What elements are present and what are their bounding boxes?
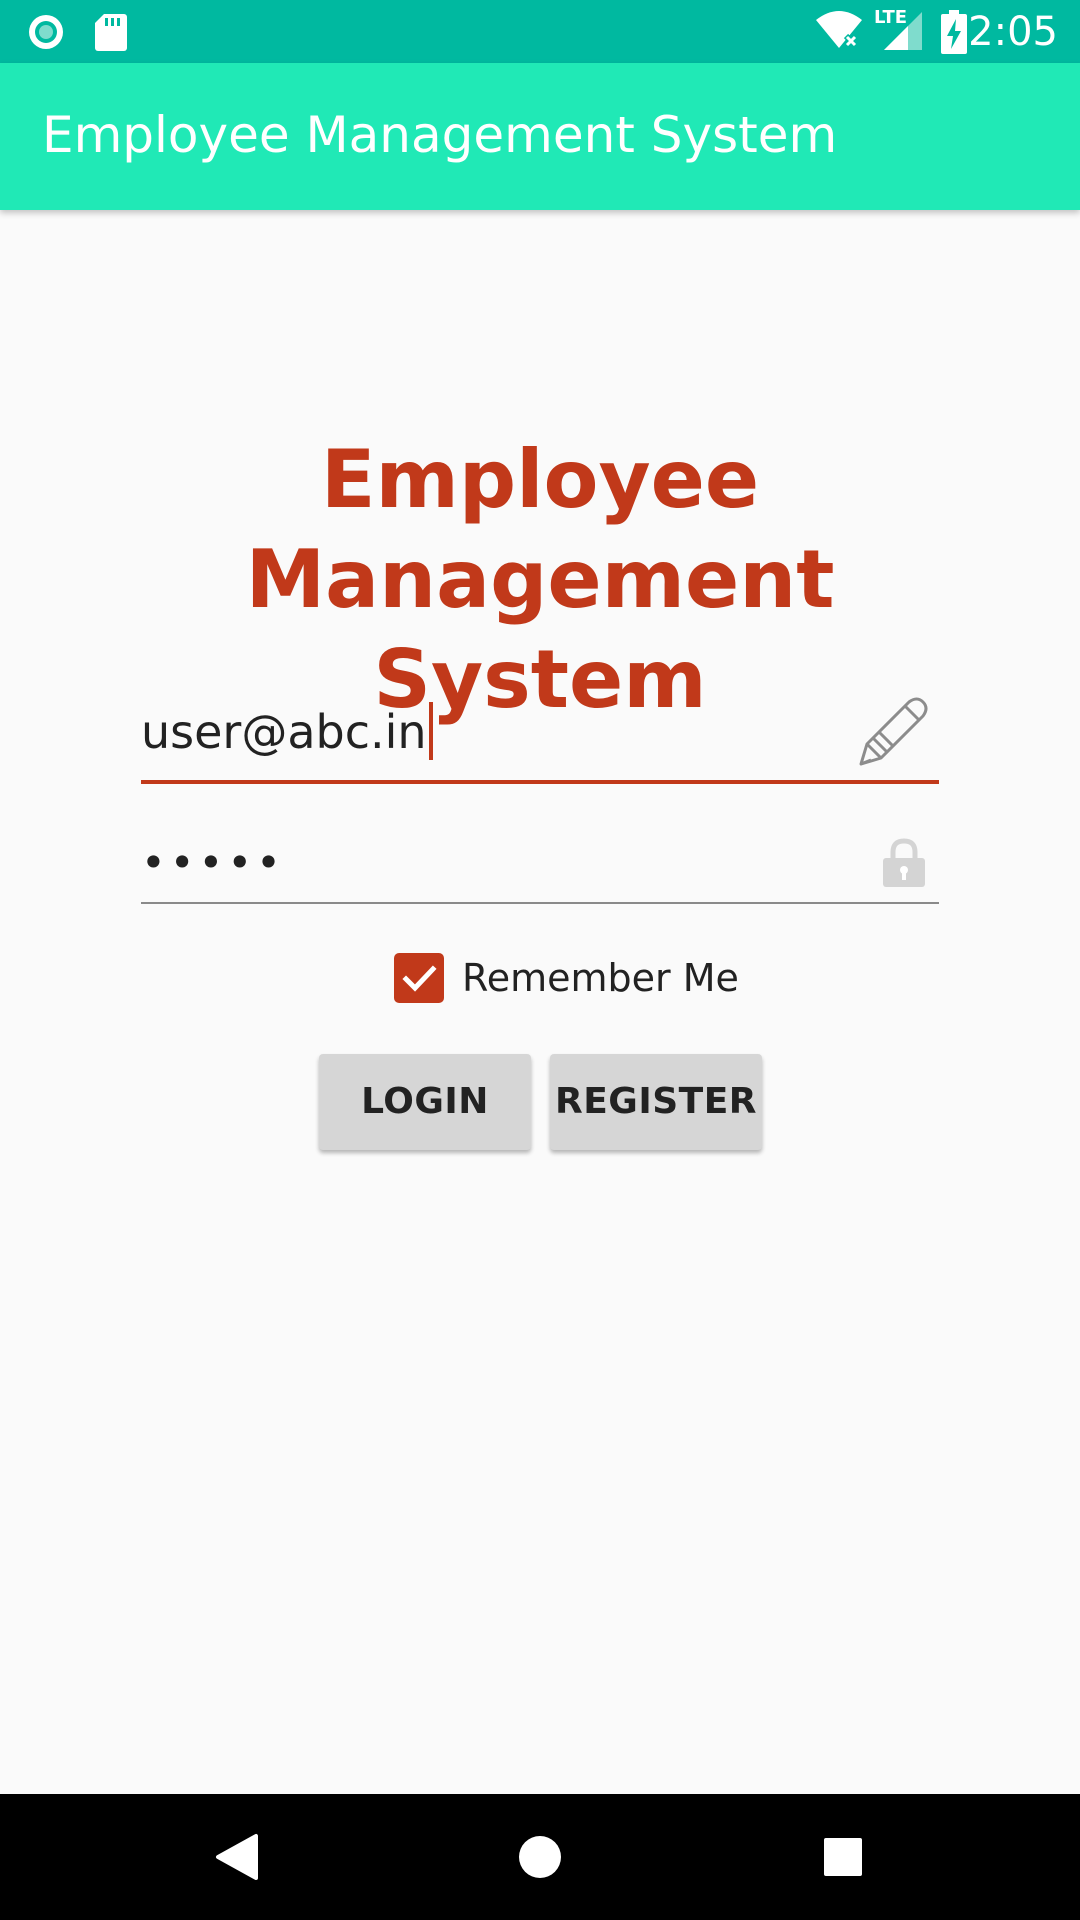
pencil-icon	[853, 692, 933, 777]
password-input-value[interactable]: •••••	[141, 838, 285, 888]
page-title-line-1: Employee Management	[245, 433, 835, 626]
app-bar-title: Employee Management System	[42, 106, 838, 164]
page-title: Employee Management System	[60, 430, 1020, 730]
notification-circle-icon	[26, 12, 66, 57]
password-field[interactable]: •••••	[141, 820, 939, 904]
register-button[interactable]: REGISTER	[550, 1054, 762, 1150]
status-time: 2:05	[968, 9, 1058, 55]
login-screen: LTE 2:05 Employee Management System Empl…	[0, 0, 1080, 1920]
checkbox-box[interactable]	[394, 953, 444, 1003]
email-input-wrapper[interactable]: user@abc.in	[141, 702, 433, 762]
battery-charging-icon	[941, 10, 967, 59]
network-type-label: LTE	[874, 7, 908, 28]
status-bar: LTE 2:05	[0, 0, 1080, 63]
lock-icon	[881, 838, 927, 893]
text-cursor	[428, 702, 433, 760]
email-field[interactable]: user@abc.in	[141, 688, 939, 784]
checkmark-icon	[402, 965, 437, 992]
password-underline	[141, 902, 939, 904]
login-button[interactable]: LOGIN	[319, 1054, 531, 1150]
email-input-value[interactable]: user@abc.in	[141, 705, 427, 759]
recents-icon[interactable]	[808, 1822, 878, 1897]
sd-card-icon	[94, 12, 128, 57]
email-underline	[141, 780, 939, 784]
back-icon[interactable]	[200, 1822, 270, 1897]
app-bar: Employee Management System	[0, 63, 1080, 210]
navigation-bar	[0, 1794, 1080, 1920]
home-icon[interactable]	[505, 1822, 575, 1897]
remember-me-label[interactable]: Remember Me	[462, 955, 739, 1001]
wifi-icon	[815, 10, 863, 55]
